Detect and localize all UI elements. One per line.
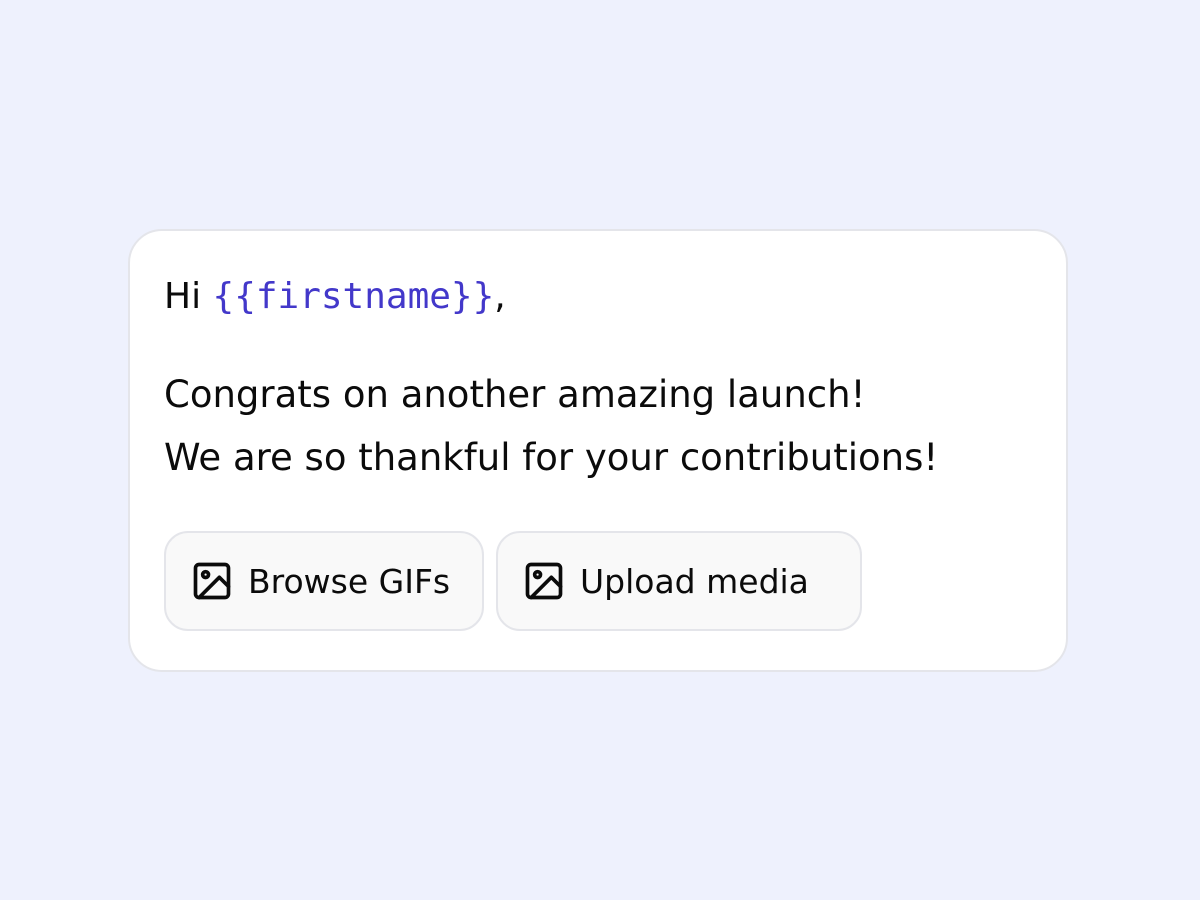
image-icon (190, 559, 234, 603)
firstname-token[interactable]: {{firstname}} (213, 276, 495, 317)
message-line-2: We are so thankful for your contribution… (164, 436, 939, 479)
image-icon (522, 559, 566, 603)
message-line-1: Congrats on another amazing launch! (164, 373, 866, 416)
greeting-prefix: Hi (164, 276, 213, 317)
upload-media-button[interactable]: Upload media (496, 531, 862, 631)
message-body[interactable]: Congrats on another amazing launch! We a… (164, 363, 1032, 489)
upload-media-label: Upload media (580, 561, 809, 601)
message-card: Hi {{firstname}}, Congrats on another am… (128, 229, 1068, 672)
greeting-line: Hi {{firstname}}, (164, 269, 1032, 325)
media-actions: Browse GIFs Upload media (164, 531, 1032, 631)
browse-gifs-button[interactable]: Browse GIFs (164, 531, 484, 631)
greeting-suffix: , (494, 276, 506, 317)
browse-gifs-label: Browse GIFs (248, 561, 451, 601)
